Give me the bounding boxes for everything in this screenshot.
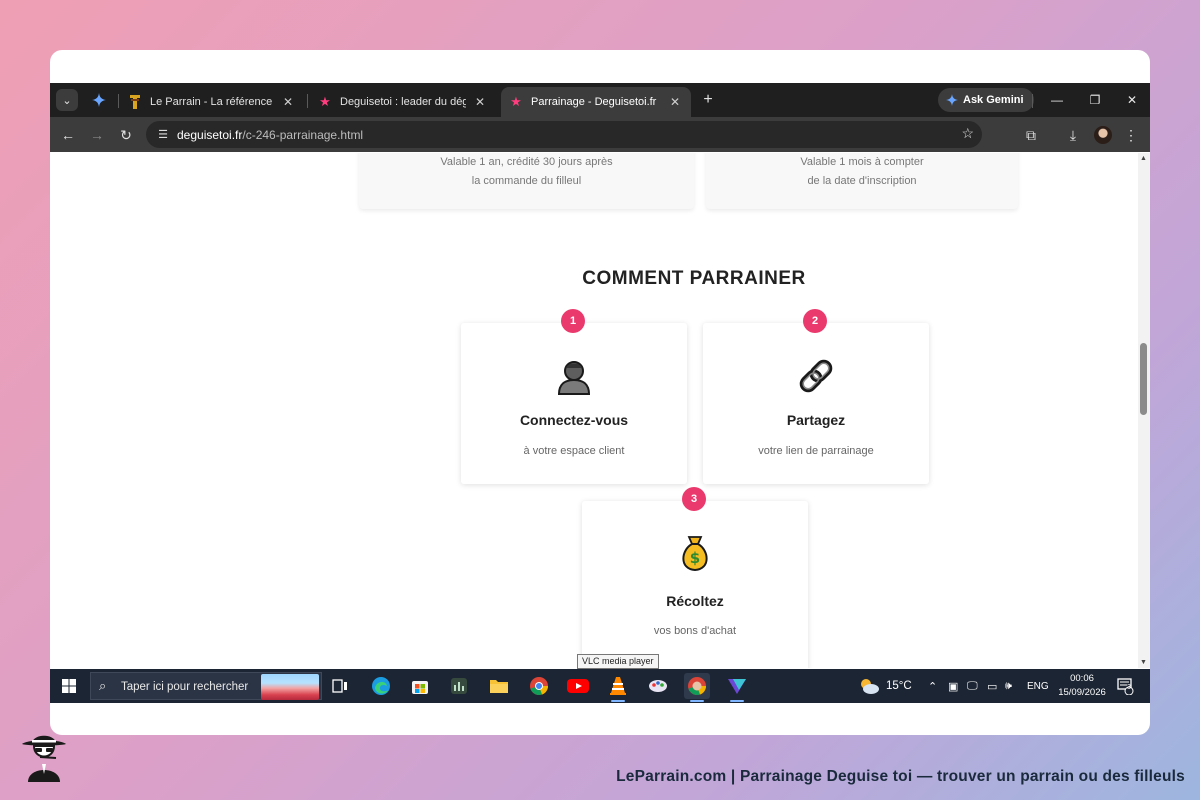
windows-start-icon[interactable] xyxy=(62,679,76,693)
web-page: Valable 1 an, crédité 30 jours après la … xyxy=(50,153,1138,668)
forward-icon[interactable]: → xyxy=(86,124,108,146)
step-description: votre lien de parrainage xyxy=(758,445,874,457)
reward-line-1: Valable 1 an, crédité 30 jours après xyxy=(440,156,613,168)
app-triangle-icon[interactable] xyxy=(724,673,750,702)
profile-avatar[interactable] xyxy=(1094,126,1112,144)
footer-caption: LeParrain.com | Parrainage Deguise toi —… xyxy=(616,768,1185,785)
star-favicon-icon: ★ xyxy=(510,94,522,109)
tab-title: Deguisetoi : leader du déguisement xyxy=(340,96,466,108)
back-icon[interactable]: ← xyxy=(57,124,79,146)
close-tab-icon[interactable]: ✕ xyxy=(280,95,296,109)
chrome-icon[interactable] xyxy=(526,673,552,699)
url-domain: deguisetoi.fr xyxy=(177,128,243,142)
star-favicon-icon: ★ xyxy=(319,94,331,109)
person-icon xyxy=(557,361,591,395)
close-window-icon[interactable]: ✕ xyxy=(1120,91,1144,109)
le-parrain-favicon-icon xyxy=(128,95,142,109)
close-tab-icon[interactable]: ✕ xyxy=(472,95,488,109)
battery-icon[interactable]: ▭ xyxy=(987,669,997,703)
step-card-3: 3 $ Récoltez vos bons d'achat xyxy=(582,487,808,668)
tab-title: Le Parrain - La référence du parrainage xyxy=(150,96,274,108)
section-heading: COMMENT PARRAINER xyxy=(582,268,806,289)
address-bar[interactable]: ☰ deguisetoi.fr/c-246-parrainage.html ☆ xyxy=(146,121,982,148)
weather-widget[interactable]: 15°C xyxy=(858,669,912,703)
tab-le-parrain[interactable]: Le Parrain - La référence du parrainage … xyxy=(120,87,304,117)
step-title: Connectez-vous xyxy=(519,412,629,428)
step-title: Partagez xyxy=(786,412,846,428)
step-title: Récoltez xyxy=(666,593,724,609)
link-icon xyxy=(799,359,833,393)
step-card-2: 2 Partagez votre lien de parrainage xyxy=(703,309,929,484)
language-indicator[interactable]: ENG xyxy=(1027,669,1049,703)
scroll-up-icon[interactable]: ▲ xyxy=(1140,155,1147,162)
meet-icon[interactable]: ▣ xyxy=(948,669,958,703)
browser-toolbar: ← → ↻ ☰ deguisetoi.fr/c-246-parrainage.h… xyxy=(50,117,1150,152)
notification-count: 3 xyxy=(1127,684,1131,691)
paint-app-icon[interactable] xyxy=(645,673,671,699)
menu-icon[interactable]: ⋮ xyxy=(1120,124,1142,146)
reward-card: Valable 1 an, crédité 30 jours après la … xyxy=(359,153,694,209)
edge-icon[interactable] xyxy=(368,673,394,699)
tab-deguisetoi[interactable]: ★ Deguisetoi : leader du déguisement ✕ xyxy=(310,87,496,117)
volume-icon[interactable]: 🕪 xyxy=(1005,669,1012,703)
step-description: à votre espace client xyxy=(523,445,625,457)
gemini-icon[interactable] xyxy=(90,91,108,109)
scroll-down-icon[interactable]: ▼ xyxy=(1140,659,1147,666)
url-text: deguisetoi.fr/c-246-parrainage.html xyxy=(177,128,363,142)
clock[interactable]: 00:06 15/09/2026 xyxy=(1054,672,1110,700)
task-view-icon[interactable] xyxy=(327,673,353,699)
extensions-icon[interactable]: ⧉ xyxy=(1020,124,1042,146)
new-tab-button[interactable]: + xyxy=(698,90,718,110)
tab-title: Parrainage - Deguisetoi.fr xyxy=(531,96,657,108)
clock-date: 15/09/2026 xyxy=(1058,687,1106,698)
bookmark-star-icon[interactable]: ☆ xyxy=(961,125,974,142)
url-path: /c-246-parrainage.html xyxy=(242,128,364,142)
step-number-badge: 2 xyxy=(803,309,827,333)
svg-text:$: $ xyxy=(690,549,700,567)
search-icon: ⌕ xyxy=(99,678,107,693)
youtube-icon[interactable] xyxy=(565,673,591,699)
vlc-icon[interactable] xyxy=(605,673,631,702)
weather-temperature: 15°C xyxy=(886,680,912,692)
tab-search-button[interactable]: ⌄ xyxy=(56,89,78,111)
store-icon[interactable] xyxy=(407,673,433,699)
site-settings-icon[interactable]: ☰ xyxy=(154,126,172,144)
step-card-1: 1 Connectez-vous à votre espace client xyxy=(461,309,687,484)
weather-icon xyxy=(861,679,879,694)
clock-time: 00:06 xyxy=(1070,673,1094,684)
close-tab-icon[interactable]: ✕ xyxy=(667,95,683,109)
stocks-app-icon[interactable] xyxy=(446,673,472,699)
minimize-icon[interactable]: — xyxy=(1045,91,1069,109)
gemini-icon xyxy=(946,94,958,106)
reward-line-2: la commande du filleul xyxy=(471,175,582,187)
reward-line-2: de la date d'inscription xyxy=(807,175,917,187)
taskbar-search[interactable]: ⌕ Taper ici pour rechercher xyxy=(90,672,322,700)
scrollbar-thumb[interactable] xyxy=(1140,343,1147,415)
chrome-profile-icon[interactable] xyxy=(684,673,710,702)
search-highlight-image xyxy=(261,674,319,700)
money-bag-icon: $ xyxy=(682,536,708,572)
windows-taskbar: ⌕ Taper ici pour rechercher 15°C ⌃ ▣ 🖵 ▭… xyxy=(50,669,1150,703)
notifications-icon[interactable]: 3 xyxy=(1116,669,1134,703)
show-hidden-icons-icon[interactable]: ⌃ xyxy=(928,669,937,703)
step-number-badge: 1 xyxy=(561,309,585,333)
step-number-badge: 3 xyxy=(682,487,706,511)
browser-tab-strip: ⌄ Le Parrain - La référence du parrainag… xyxy=(50,83,1150,117)
page-scrollbar[interactable]: ▲ ▼ xyxy=(1138,153,1150,668)
taskbar-tooltip: VLC media player xyxy=(577,654,659,669)
reload-icon[interactable]: ↻ xyxy=(115,124,137,146)
download-icon[interactable]: ⤓ xyxy=(1062,124,1084,146)
reward-line-1: Valable 1 mois à compter xyxy=(800,156,924,168)
ask-gemini-label: Ask Gemini xyxy=(963,94,1024,106)
ask-gemini-button[interactable]: Ask Gemini xyxy=(938,88,1034,112)
step-description: vos bons d'achat xyxy=(653,625,737,637)
network-icon[interactable]: 🖵 xyxy=(967,669,978,703)
screenshot-frame: ⌄ Le Parrain - La référence du parrainag… xyxy=(50,50,1150,735)
restore-icon[interactable]: ❐ xyxy=(1083,91,1107,109)
reward-card: Valable 1 mois à compter de la date d'in… xyxy=(706,153,1018,209)
tab-parrainage[interactable]: ★ Parrainage - Deguisetoi.fr ✕ xyxy=(501,87,691,117)
file-explorer-icon[interactable] xyxy=(486,673,512,699)
search-placeholder: Taper ici pour rechercher xyxy=(121,681,249,693)
